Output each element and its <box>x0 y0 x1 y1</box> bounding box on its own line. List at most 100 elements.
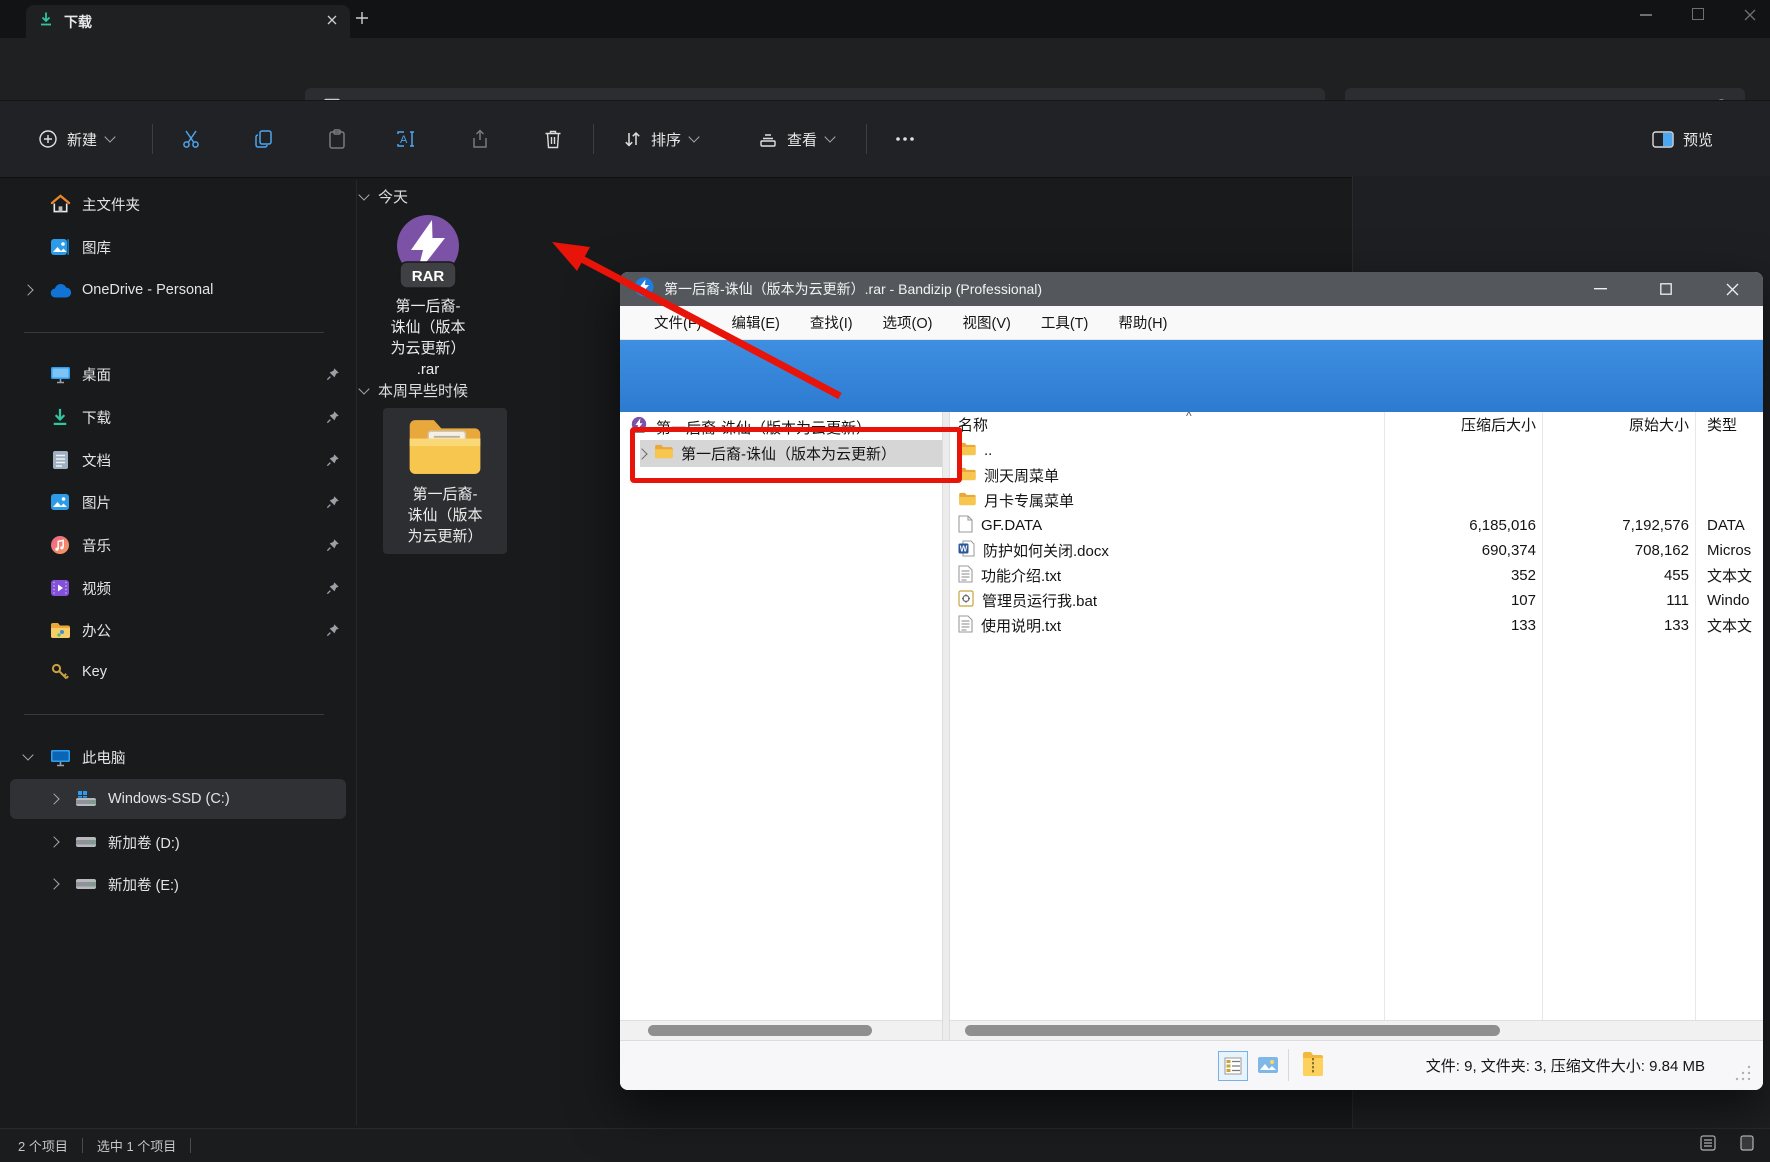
copy-button[interactable] <box>242 117 286 161</box>
file-row[interactable]: 使用说明.txt 133 133 文本文 <box>950 613 1763 638</box>
file-row[interactable]: 功能介绍.txt 352 455 文本文 <box>950 563 1763 588</box>
cut-button[interactable] <box>169 117 213 161</box>
window-minimize-button[interactable] <box>1640 14 1652 16</box>
collapse-icon[interactable] <box>22 749 34 761</box>
menu-options[interactable]: 选项(O) <box>883 312 933 333</box>
column-header-type[interactable]: 类型 <box>1695 414 1763 435</box>
paste-button[interactable] <box>315 117 359 161</box>
details-view-toggle-icon[interactable] <box>1218 1051 1248 1081</box>
sidebar-item-gallery[interactable]: 图库 <box>10 227 346 267</box>
resize-grip[interactable] <box>1735 1065 1751 1086</box>
window-maximize-button[interactable] <box>1692 8 1704 20</box>
rename-button[interactable]: A <box>385 117 429 161</box>
file-row[interactable]: .. <box>950 438 1763 463</box>
expand-icon[interactable] <box>48 878 60 890</box>
file-row[interactable]: 月卡专属菜单 <box>950 488 1763 513</box>
divider <box>81 1138 83 1153</box>
file-original-size: 7,192,576 <box>1622 517 1689 534</box>
menu-file[interactable]: 文件(F) <box>654 312 702 333</box>
sidebar-item-music[interactable]: 音乐 <box>10 525 346 565</box>
explorer-tab-downloads[interactable]: 下载 <box>26 5 350 38</box>
file-type: 文本文 <box>1707 568 1753 585</box>
file-item-folder-selected[interactable]: 第一后裔- 诛仙（版本 为云更新） <box>383 408 507 554</box>
bandizip-title-bar[interactable]: 第一后裔-诛仙（版本为云更新）.rar - Bandizip (Professi… <box>620 272 1763 306</box>
expand-icon[interactable] <box>48 836 60 848</box>
archive-folder-icon[interactable] <box>1300 1050 1326 1083</box>
key-icon <box>48 662 72 682</box>
details-view-icon[interactable] <box>1700 1135 1716 1156</box>
onedrive-icon <box>48 283 72 298</box>
file-type: DATA <box>1707 517 1745 534</box>
share-button[interactable] <box>458 117 502 161</box>
sidebar-item-drive-d[interactable]: 新加卷 (D:) <box>10 822 346 862</box>
sidebar-item-onedrive[interactable]: OneDrive - Personal <box>10 270 346 310</box>
file-row[interactable]: W 防护如何关闭.docx 690,374 708,162 Micros <box>950 538 1763 563</box>
bandizip-minimize-button[interactable] <box>1583 277 1617 301</box>
preview-toggle-button[interactable]: 预览 <box>1652 117 1713 161</box>
sidebar-item-desktop[interactable]: 桌面 <box>10 354 346 394</box>
sidebar-item-videos[interactable]: 视频 <box>10 568 346 608</box>
expand-icon[interactable] <box>48 793 60 805</box>
sort-button[interactable]: 排序 <box>612 117 708 161</box>
menu-tools[interactable]: 工具(T) <box>1041 312 1089 333</box>
expand-icon[interactable] <box>22 284 34 296</box>
large-icons-view-icon[interactable] <box>1740 1135 1754 1156</box>
group-header-earlier[interactable]: 本周早些时候 <box>358 380 468 401</box>
bandizip-close-button[interactable] <box>1715 277 1749 301</box>
tab-close-icon[interactable] <box>326 13 338 31</box>
sidebar-item-downloads[interactable]: 下载 <box>10 397 346 437</box>
more-options-button[interactable] <box>883 117 927 161</box>
menu-view[interactable]: 视图(V) <box>962 312 1010 333</box>
tree-horizontal-scrollbar[interactable] <box>620 1020 942 1041</box>
list-header-row[interactable]: 名称 压缩后大小 原始大小 类型 <box>950 412 1763 437</box>
delete-button[interactable] <box>531 117 575 161</box>
scrollbar-thumb[interactable] <box>648 1025 872 1036</box>
sidebar-item-office[interactable]: 办公 <box>10 610 346 650</box>
sidebar-item-documents[interactable]: 文档 <box>10 440 346 480</box>
preview-label: 预览 <box>1683 131 1714 149</box>
view-button[interactable]: 查看 <box>748 117 844 161</box>
column-header-packed[interactable]: 压缩后大小 <box>1384 414 1542 435</box>
divider <box>152 124 153 154</box>
new-button[interactable]: 新建 <box>28 117 124 161</box>
bandizip-maximize-button[interactable] <box>1649 277 1683 301</box>
menu-help[interactable]: 帮助(H) <box>1118 312 1167 333</box>
new-tab-button[interactable] <box>354 10 370 31</box>
file-row[interactable]: 管理员运行我.bat 107 111 Windo <box>950 588 1763 613</box>
bandizip-toolbar: 打开 解压 新建 添加 删除 测试 <box>620 340 1763 472</box>
menu-find[interactable]: 查找(I) <box>810 312 853 333</box>
window-close-button[interactable] <box>1744 8 1756 26</box>
pin-icon <box>320 495 346 509</box>
menu-edit[interactable]: 编辑(E) <box>732 312 780 333</box>
sidebar-item-pictures[interactable]: 图片 <box>10 482 346 522</box>
sidebar-item-home[interactable]: 主文件夹 <box>10 184 346 224</box>
column-header-name[interactable]: 名称 <box>950 414 1384 435</box>
column-header-original[interactable]: 原始大小 <box>1542 414 1695 435</box>
sidebar-splitter[interactable] <box>356 180 357 1125</box>
group-header-today[interactable]: 今天 <box>358 186 408 207</box>
file-packed-size: 690,374 <box>1481 542 1536 559</box>
desktop-icon <box>48 365 72 384</box>
sidebar-item-this-pc[interactable]: 此电脑 <box>10 737 346 777</box>
file-original-size: 133 <box>1663 617 1689 634</box>
list-horizontal-scrollbar[interactable] <box>950 1020 1763 1041</box>
sidebar-item-drive-e[interactable]: 新加卷 (E:) <box>10 864 346 904</box>
pin-icon <box>320 538 346 552</box>
explorer-sidebar: 主文件夹 图库 OneDrive - Personal 桌面 下载 文档 图片 … <box>0 176 357 1128</box>
file-item-rar[interactable]: RAR 第一后裔- 诛仙（版本 为云更新） .rar <box>358 208 498 380</box>
file-name-line: 诛仙（版本 <box>390 319 466 336</box>
file-row[interactable]: 测天周菜单 <box>950 463 1763 488</box>
file-row[interactable]: GF.DATA 6,185,016 7,192,576 DATA <box>950 513 1763 538</box>
text-file-icon <box>958 614 973 637</box>
chevron-down-icon <box>824 131 836 143</box>
sidebar-item-drive-c[interactable]: Windows-SSD (C:) <box>10 779 346 819</box>
sidebar-item-key[interactable]: Key <box>10 652 346 692</box>
thumbnail-view-toggle-icon[interactable] <box>1256 1053 1280 1082</box>
scrollbar-thumb[interactable] <box>965 1025 1500 1036</box>
explorer-tab-strip: 下载 <box>0 0 1770 38</box>
sidebar-item-label: 新加卷 (D:) <box>108 835 180 852</box>
panel-splitter[interactable] <box>942 412 950 1040</box>
tab-title: 下载 <box>64 13 92 30</box>
home-icon <box>48 194 72 214</box>
videos-icon <box>48 578 72 598</box>
